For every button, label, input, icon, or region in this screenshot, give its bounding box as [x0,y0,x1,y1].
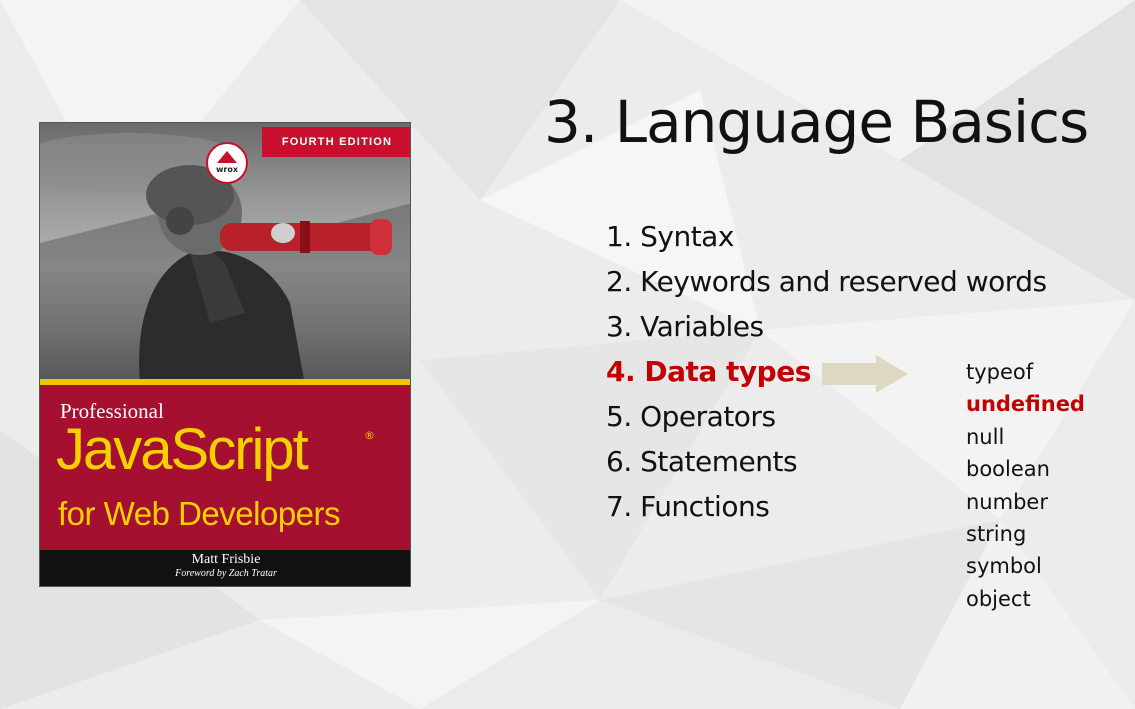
arrow-right-icon [822,355,908,393]
wrox-logo-text: wrox [216,165,239,174]
topic-item: 3. Variables [606,310,764,343]
book-title-main: JavaScript [56,417,309,482]
data-type-list: typeof undefined null boolean number str… [966,356,1085,615]
book-cover: FOURTH EDITION wrox Professional JavaScr… [39,122,411,587]
slide-title: 3. Language Basics [544,88,1089,156]
data-type-item: boolean [966,457,1050,482]
data-type-item: symbol [966,554,1042,579]
foreword-credit: Foreword by Zach Tratar [175,568,277,579]
wrox-logo-icon: wrox [206,142,248,184]
topic-item: 2. Keywords and reserved words [606,265,1047,298]
author-name: Matt Frisbie [191,552,261,567]
book-title-sub: for Web Developers [58,495,341,532]
topic-item: 1. Syntax [606,220,734,253]
data-type-item: object [966,586,1031,611]
cover-title-band: Professional JavaScript ® for Web Develo… [40,379,410,550]
data-type-item: number [966,489,1048,514]
data-type-item: string [966,522,1027,547]
registered-mark: ® [364,429,375,442]
cover-author-band: Matt Frisbie Foreword by Zach Tratar [40,550,410,586]
data-type-item: null [966,424,1005,449]
edition-badge: FOURTH EDITION [262,127,410,157]
data-type-item: typeof [966,360,1034,384]
data-type-item-active: undefined [966,392,1085,417]
